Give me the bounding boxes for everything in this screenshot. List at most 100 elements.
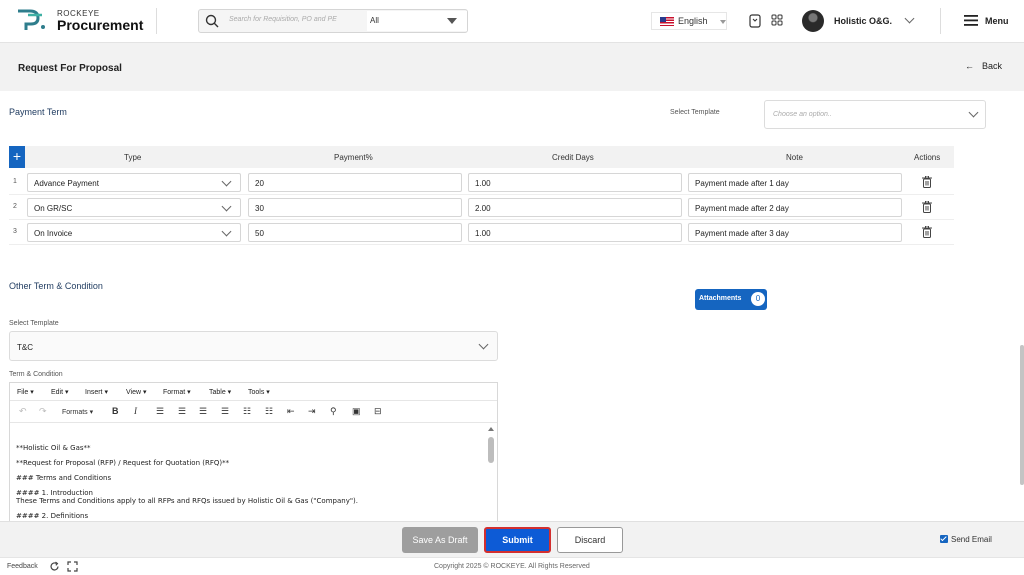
page-scrollbar[interactable] — [1020, 345, 1024, 485]
editor-line: **Holistic Oil & Gas** — [16, 444, 91, 452]
trash-icon[interactable] — [922, 176, 932, 188]
note-input[interactable]: Payment made after 3 day — [688, 223, 902, 242]
search-scope-select[interactable]: All — [367, 11, 467, 31]
editor-line: These Terms and Conditions apply to all … — [16, 497, 359, 505]
form-content: Payment Term Select Template Choose an o… — [0, 91, 1020, 521]
menu-button[interactable]: Menu — [985, 16, 1009, 26]
editor-content[interactable]: **Holistic Oil & Gas** **Request for Pro… — [10, 423, 497, 521]
chevron-down-icon — [221, 176, 232, 187]
editor-line: #### 1. Introduction — [16, 489, 93, 497]
outdent-icon[interactable]: ⇤ — [287, 406, 295, 417]
checkbox-checked-icon[interactable] — [940, 535, 948, 543]
bookmark-icon[interactable] — [749, 14, 761, 28]
column-header-note: Note — [786, 153, 803, 162]
refresh-icon[interactable] — [49, 561, 60, 572]
undo-icon[interactable]: ↶ — [19, 406, 27, 417]
editor-menu-edit[interactable]: Edit ▾ — [51, 388, 69, 396]
align-center-icon[interactable]: ☰ — [178, 406, 186, 417]
indent-icon[interactable]: ⇥ — [308, 406, 316, 417]
editor-menu-file[interactable]: File ▾ — [17, 388, 34, 396]
type-select[interactable]: On Invoice — [27, 223, 241, 242]
menu-label: Table — [209, 389, 226, 396]
global-search[interactable]: Search for Requisition, PO and PE All — [198, 9, 468, 33]
editor-menu-format[interactable]: Format ▾ — [163, 388, 191, 396]
note-input[interactable]: Payment made after 2 day — [688, 198, 902, 217]
type-value: On Invoice — [34, 229, 73, 238]
image-icon[interactable]: ▣ — [352, 406, 361, 417]
redo-icon[interactable]: ↷ — [39, 406, 47, 417]
search-scope-value: All — [370, 16, 379, 25]
search-input[interactable]: Search for Requisition, PO and PE — [229, 16, 337, 23]
type-select[interactable]: Advance Payment — [27, 173, 241, 192]
column-header-actions: Actions — [914, 153, 941, 162]
align-left-icon[interactable]: ☰ — [156, 406, 164, 417]
align-justify-icon[interactable]: ☰ — [221, 406, 229, 417]
payment-percent-input[interactable]: 20 — [248, 173, 462, 192]
payment-template-placeholder: Choose an option.. — [773, 111, 832, 118]
note-value: Payment made after 2 day — [695, 204, 789, 213]
other-terms-title: Other Term & Condition — [9, 281, 103, 291]
credit-days-input[interactable]: 1.00 — [468, 223, 682, 242]
chevron-down-icon[interactable] — [904, 13, 915, 24]
editor-menu-table[interactable]: Table ▾ — [209, 388, 231, 396]
editor-line: **Request for Proposal (RFP) / Request f… — [16, 459, 230, 467]
trash-icon[interactable] — [922, 226, 932, 238]
scrollbar-thumb[interactable] — [488, 437, 494, 463]
credit-days-input[interactable]: 1.00 — [468, 173, 682, 192]
editor-menu-insert[interactable]: Insert ▾ — [85, 388, 108, 396]
editor-menubar: File ▾ Edit ▾ Insert ▾ View ▾ Format ▾ T… — [10, 383, 497, 401]
copyright-text: Copyright 2025 © ROCKEYE. All Rights Res… — [434, 563, 590, 570]
numbered-list-icon[interactable]: ☷ — [265, 406, 273, 417]
type-select[interactable]: On GR/SC — [27, 198, 241, 217]
editor-menu-view[interactable]: View ▾ — [126, 388, 147, 396]
bold-icon[interactable]: B — [112, 406, 119, 416]
send-email-checkbox[interactable]: Send Email — [940, 535, 992, 544]
user-name[interactable]: Holistic O&G. — [834, 16, 892, 26]
fullscreen-icon[interactable] — [67, 561, 78, 572]
payment-percent-value: 30 — [255, 204, 264, 213]
brand-title: Procurement — [57, 17, 144, 33]
submit-button[interactable]: Submit — [484, 527, 551, 553]
language-label: English — [678, 16, 708, 26]
add-row-button[interactable]: + — [9, 146, 25, 168]
save-draft-button[interactable]: Save As Draft — [402, 527, 478, 553]
attachments-button[interactable]: Attachments 0 — [695, 289, 767, 310]
hamburger-menu-icon[interactable] — [964, 15, 978, 26]
italic-icon[interactable]: I — [134, 406, 137, 416]
editor-line: ### Terms and Conditions — [16, 474, 112, 482]
bullet-list-icon[interactable]: ☷ — [243, 406, 251, 417]
align-right-icon[interactable]: ☰ — [199, 406, 207, 417]
payment-percent-value: 50 — [255, 229, 264, 238]
note-input[interactable]: Payment made after 1 day — [688, 173, 902, 192]
editor-menu-tools[interactable]: Tools ▾ — [248, 388, 270, 396]
discard-button[interactable]: Discard — [557, 527, 623, 553]
payment-percent-input[interactable]: 50 — [248, 223, 462, 242]
editor-scrollbar[interactable] — [486, 423, 496, 521]
term-condition-label: Term & Condition — [9, 371, 63, 378]
chevron-down-icon — [221, 226, 232, 237]
feedback-link[interactable]: Feedback — [7, 563, 38, 570]
send-email-label: Send Email — [951, 535, 992, 544]
formats-dropdown[interactable]: Formats ▾ — [62, 408, 93, 416]
apps-grid-icon[interactable] — [771, 14, 783, 26]
avatar[interactable] — [802, 10, 824, 32]
language-select[interactable]: English — [651, 12, 727, 30]
link-icon[interactable]: ⚲ — [330, 406, 337, 417]
page-header: Request For Proposal ← Back — [0, 43, 1024, 91]
scroll-up-icon[interactable] — [488, 427, 494, 431]
arrow-left-icon: ← — [965, 61, 974, 71]
payment-percent-input[interactable]: 30 — [248, 198, 462, 217]
payment-template-select[interactable]: Choose an option.. — [764, 100, 986, 129]
menu-label: View — [126, 389, 142, 396]
chevron-down-icon — [478, 339, 489, 350]
credit-days-input[interactable]: 2.00 — [468, 198, 682, 217]
attachments-label: Attachments — [699, 295, 742, 302]
column-header-credit-days: Credit Days — [552, 153, 594, 162]
tc-template-select[interactable]: T&C — [9, 331, 498, 361]
back-button[interactable]: ← Back — [965, 61, 1002, 71]
page-break-icon[interactable]: ⊟ — [374, 406, 382, 417]
top-navbar: ROCKEYE Procurement Search for Requisiti… — [0, 0, 1024, 43]
trash-icon[interactable] — [922, 201, 932, 213]
rich-text-editor[interactable]: File ▾ Edit ▾ Insert ▾ View ▾ Format ▾ T… — [9, 382, 498, 521]
payment-term-title: Payment Term — [9, 107, 67, 117]
